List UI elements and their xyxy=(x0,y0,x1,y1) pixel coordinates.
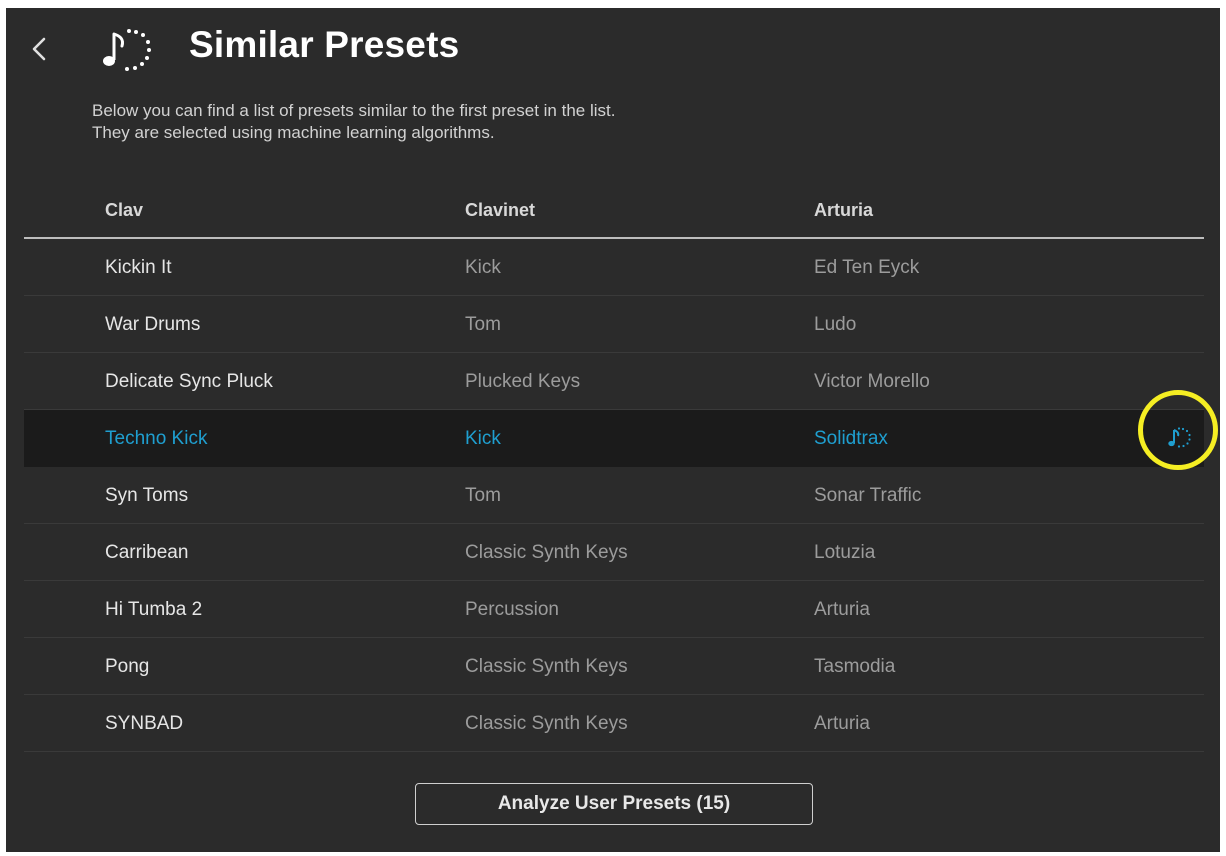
similar-presets-panel: Similar Presets Below you can find a lis… xyxy=(6,8,1220,852)
preset-name: Carribean xyxy=(105,542,189,563)
table-row[interactable]: SYNBAD Classic Synth Keys Arturia xyxy=(24,695,1204,752)
table-row[interactable]: Syn Toms Tom Sonar Traffic xyxy=(24,467,1204,524)
preset-name: Hi Tumba 2 xyxy=(105,599,203,620)
preset-type: Kick xyxy=(465,428,501,449)
preset-name: Syn Toms xyxy=(105,485,189,506)
preset-type: Classic Synth Keys xyxy=(465,713,628,734)
preset-designer: Tasmodia xyxy=(814,656,896,677)
preset-name: SYNBAD xyxy=(105,713,184,734)
header-name: Clav xyxy=(105,200,144,220)
similar-sound-icon[interactable] xyxy=(1166,426,1192,450)
preset-designer: Ed Ten Eyck xyxy=(814,257,920,278)
preset-type: Tom xyxy=(465,314,501,335)
preset-name: Kickin It xyxy=(105,257,172,278)
table-row[interactable]: Hi Tumba 2 Percussion Arturia xyxy=(24,581,1204,638)
preset-type: Plucked Keys xyxy=(465,371,581,392)
preset-type: Kick xyxy=(465,257,501,278)
back-button[interactable] xyxy=(28,34,52,64)
analyze-user-presets-button[interactable]: Analyze User Presets (15) xyxy=(415,783,813,825)
preset-designer: Solidtrax xyxy=(814,428,888,449)
preset-designer: Sonar Traffic xyxy=(814,485,922,506)
preset-designer: Ludo xyxy=(814,314,857,335)
preset-designer: Arturia xyxy=(814,713,870,734)
preset-type: Percussion xyxy=(465,599,559,620)
table-row[interactable]: Carribean Classic Synth Keys Lotuzia xyxy=(24,524,1204,581)
table-row-selected[interactable]: Techno Kick Kick Solidtrax xyxy=(24,390,1218,470)
table-row[interactable]: Pong Classic Synth Keys Tasmodia xyxy=(24,638,1204,695)
preset-designer: Arturia xyxy=(814,599,870,620)
description: Below you can find a list of presets sim… xyxy=(92,100,615,144)
preset-designer: Victor Morello xyxy=(814,371,930,392)
table-row[interactable]: War Drums Tom Ludo xyxy=(24,296,1204,353)
header-designer: Arturia xyxy=(814,200,874,220)
preset-type: Classic Synth Keys xyxy=(465,542,628,563)
preset-name: Techno Kick xyxy=(105,428,208,449)
description-line-2: They are selected using machine learning… xyxy=(92,123,495,142)
preset-name: Delicate Sync Pluck xyxy=(105,371,273,392)
chevron-left-icon xyxy=(32,37,46,61)
preset-type: Tom xyxy=(465,485,501,506)
page-title: Similar Presets xyxy=(189,24,460,65)
preset-designer: Lotuzia xyxy=(814,542,876,563)
similar-sound-icon xyxy=(98,26,154,74)
description-line-1: Below you can find a list of presets sim… xyxy=(92,101,616,120)
presets-table: Clav Clavinet Arturia Kickin It Kick Ed … xyxy=(24,184,1218,752)
preset-name: Pong xyxy=(105,656,150,677)
preset-name: War Drums xyxy=(105,314,201,335)
table-row[interactable]: Kickin It Kick Ed Ten Eyck xyxy=(24,239,1204,296)
header-type: Clavinet xyxy=(465,200,536,220)
preset-type: Classic Synth Keys xyxy=(465,656,628,677)
table-header: Clav Clavinet Arturia xyxy=(24,184,1204,239)
table-row[interactable]: Delicate Sync Pluck Plucked Keys Victor … xyxy=(24,353,1204,410)
